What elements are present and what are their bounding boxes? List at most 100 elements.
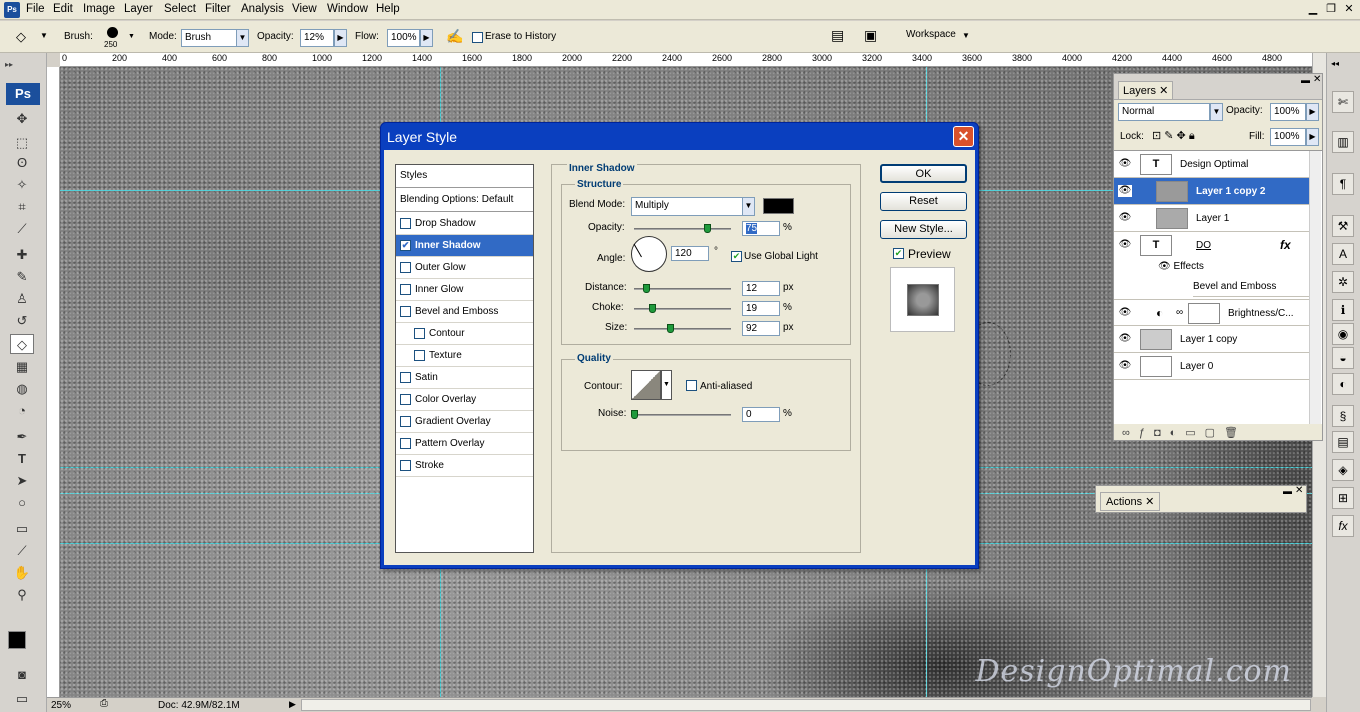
style-checkbox[interactable] bbox=[414, 328, 425, 339]
style-checkbox[interactable] bbox=[400, 394, 411, 405]
flow-input[interactable]: 100% bbox=[387, 29, 420, 47]
distance-slider-knob[interactable] bbox=[642, 284, 650, 293]
style-checkbox[interactable] bbox=[400, 438, 411, 449]
airbrush-icon[interactable]: ✍ bbox=[446, 28, 463, 45]
chevron-down-icon[interactable]: ▼ bbox=[962, 31, 970, 40]
menu-edit[interactable]: Edit bbox=[53, 3, 73, 15]
noise-slider-knob[interactable] bbox=[631, 410, 638, 419]
menu-layer[interactable]: Layer bbox=[124, 3, 153, 15]
fx-icon[interactable]: fx bbox=[1332, 515, 1354, 537]
blur-tool-icon[interactable]: ◍ bbox=[12, 379, 32, 399]
eraser-icon[interactable]: ◇ bbox=[16, 29, 26, 45]
style-item-color-overlay[interactable]: Color Overlay bbox=[396, 389, 533, 411]
character-icon[interactable]: A bbox=[1332, 243, 1354, 265]
quick-mask-icon[interactable]: ◙ bbox=[12, 665, 32, 685]
chevron-down-icon[interactable]: ▼ bbox=[40, 31, 48, 40]
layer-row[interactable]: 👁︎ T Design Optimal bbox=[1114, 151, 1309, 178]
choke-input[interactable]: 19 bbox=[742, 301, 780, 316]
preview-checkbox[interactable]: ✔ bbox=[893, 248, 904, 259]
opacity-input[interactable]: 12% bbox=[300, 29, 334, 47]
style-item-satin[interactable]: Satin bbox=[396, 367, 533, 389]
shadow-color-swatch[interactable] bbox=[763, 198, 794, 214]
style-item-contour[interactable]: Contour bbox=[396, 323, 533, 345]
paths-icon[interactable]: ⊞ bbox=[1332, 487, 1354, 509]
minimize-icon[interactable]: ▬ bbox=[1283, 486, 1292, 496]
contour-preview[interactable] bbox=[631, 370, 661, 400]
style-checkbox[interactable] bbox=[400, 284, 411, 295]
opacity-slider[interactable] bbox=[634, 228, 731, 230]
bridge-icon[interactable]: ▣ bbox=[864, 27, 877, 44]
styles-icon[interactable]: ◐ bbox=[1332, 373, 1354, 395]
slice-tool-icon[interactable]: ⟋ bbox=[12, 219, 32, 239]
effects-row[interactable]: 👁︎ Effects bbox=[1158, 261, 1204, 272]
chevron-right-icon[interactable]: ▶ bbox=[1306, 128, 1319, 146]
menu-window[interactable]: Window bbox=[327, 3, 368, 15]
style-checkbox[interactable] bbox=[400, 218, 411, 229]
dodge-tool-icon[interactable]: ◔ bbox=[12, 401, 32, 421]
menu-help[interactable]: Help bbox=[376, 3, 400, 15]
close-icon[interactable]: ✕ bbox=[1159, 85, 1168, 97]
crop-tool-icon[interactable]: ⌗ bbox=[12, 197, 32, 217]
size-slider[interactable] bbox=[634, 328, 731, 330]
style-checkbox[interactable] bbox=[400, 262, 411, 273]
chevron-down-icon[interactable]: ▼ bbox=[1210, 103, 1223, 121]
magic-wand-icon[interactable]: ✧ bbox=[12, 175, 32, 195]
style-checkbox[interactable] bbox=[400, 460, 411, 471]
style-item-drop-shadow[interactable]: Drop Shadow bbox=[396, 213, 533, 235]
style-item-pattern-overlay[interactable]: Pattern Overlay bbox=[396, 433, 533, 455]
gradient-tool-icon[interactable]: ▦ bbox=[12, 357, 32, 377]
chevron-right-icon[interactable]: ▶ bbox=[289, 699, 296, 710]
menu-filter[interactable]: Filter bbox=[205, 3, 231, 15]
style-item-inner-shadow[interactable]: ✔ Inner Shadow bbox=[396, 235, 533, 257]
histogram-icon[interactable]: ▥ bbox=[1332, 131, 1354, 153]
chevron-down-icon[interactable]: ▼ bbox=[661, 370, 672, 400]
collapse-icon[interactable]: ▸▸ bbox=[5, 60, 13, 69]
anti-aliased-checkbox[interactable] bbox=[686, 380, 697, 391]
layer-row-selected[interactable]: 👁︎ Layer 1 copy 2 bbox=[1114, 178, 1309, 205]
style-item-stroke[interactable]: Stroke bbox=[396, 455, 533, 477]
chevron-right-icon[interactable]: ▶ bbox=[1306, 103, 1319, 121]
eye-icon[interactable]: 👁︎ bbox=[1118, 158, 1132, 170]
blend-mode-select[interactable]: Normal bbox=[1118, 103, 1210, 121]
eye-icon[interactable]: 👁︎ bbox=[1118, 239, 1132, 251]
navigator-icon[interactable]: ✄ bbox=[1332, 91, 1354, 113]
menu-file[interactable]: File bbox=[26, 3, 45, 15]
collapse-icon[interactable]: ◂◂ bbox=[1331, 59, 1339, 68]
fill-input[interactable]: 100% bbox=[1270, 128, 1306, 146]
lasso-tool-icon[interactable]: ʘ bbox=[12, 153, 32, 173]
menu-image[interactable]: Image bbox=[83, 3, 115, 15]
fx-icon[interactable]: fx bbox=[1280, 238, 1291, 252]
blending-options[interactable]: Blending Options: Default bbox=[396, 189, 533, 212]
screen-mode-icon[interactable]: ▭ bbox=[12, 689, 32, 709]
close-icon[interactable]: ✕ bbox=[1342, 3, 1356, 16]
minimize-icon[interactable]: ▁ bbox=[1306, 3, 1320, 16]
workspace-menu[interactable]: Workspace bbox=[906, 29, 956, 40]
link-icon[interactable]: ∞ bbox=[1176, 307, 1183, 318]
style-item-texture[interactable]: Texture bbox=[396, 345, 533, 367]
brushes-icon[interactable]: ✲ bbox=[1332, 271, 1354, 293]
style-item-outer-glow[interactable]: Outer Glow bbox=[396, 257, 533, 279]
menu-select[interactable]: Select bbox=[164, 3, 196, 15]
zoom-tool-icon[interactable]: ⚲ bbox=[12, 585, 32, 605]
shape-tool-icon[interactable]: ○ bbox=[12, 493, 32, 513]
close-icon[interactable]: ✕ bbox=[1145, 496, 1154, 508]
channels-icon[interactable]: ◈ bbox=[1332, 459, 1354, 481]
layer-row[interactable]: 👁︎ Layer 1 bbox=[1114, 205, 1309, 232]
healing-brush-icon[interactable]: ✚ bbox=[12, 245, 32, 265]
eraser-tool-icon[interactable]: ◇ bbox=[10, 334, 34, 354]
style-item-inner-glow[interactable]: Inner Glow bbox=[396, 279, 533, 301]
style-checkbox[interactable] bbox=[414, 350, 425, 361]
tab-layers[interactable]: Layers ✕ bbox=[1118, 81, 1174, 99]
chevron-right-icon[interactable]: ▶ bbox=[334, 29, 347, 47]
eye-icon[interactable]: 👁︎ bbox=[1118, 333, 1132, 345]
close-icon[interactable]: ✕ bbox=[1313, 74, 1321, 85]
palette-icon[interactable]: ▤ bbox=[831, 27, 844, 44]
history-brush-icon[interactable]: ↺ bbox=[12, 311, 32, 331]
styles-header[interactable]: Styles bbox=[396, 165, 533, 188]
type-tool-icon[interactable]: T bbox=[12, 449, 32, 469]
layer-actions-bar[interactable]: ∞ƒ◘◐▭▢🗑︎ bbox=[1122, 426, 1247, 439]
swatches-icon[interactable]: ◒ bbox=[1332, 347, 1354, 369]
minimize-icon[interactable]: ▬ bbox=[1301, 75, 1310, 85]
eye-icon[interactable]: 👁︎ bbox=[1118, 360, 1132, 372]
paragraph-icon[interactable]: ¶ bbox=[1332, 173, 1354, 195]
